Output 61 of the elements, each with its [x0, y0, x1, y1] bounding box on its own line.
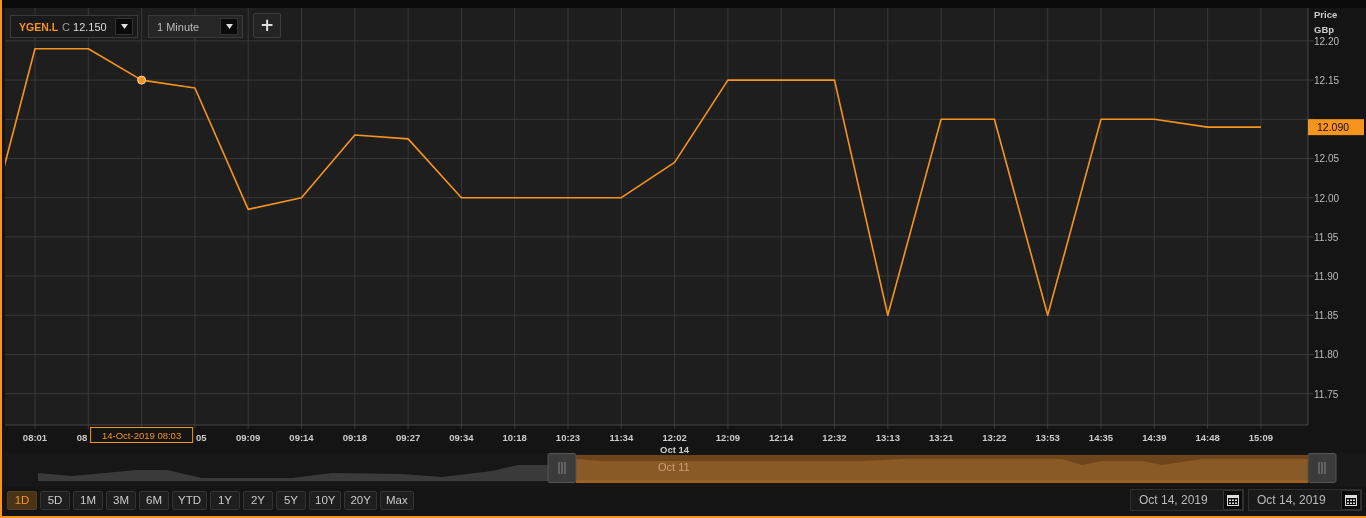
x-axis-label: 12:32 — [822, 432, 847, 443]
x-axis-label: 08:01 — [22, 432, 48, 443]
y-axis-label: 12.20 — [1314, 35, 1340, 47]
range-button[interactable]: 10Y — [309, 490, 342, 510]
add-button[interactable]: + — [253, 12, 281, 38]
x-axis-label: 09:27 — [395, 432, 421, 443]
x-axis-label: 09:18 — [342, 432, 367, 443]
range-button[interactable]: 3M — [106, 490, 136, 510]
x-axis-label: 14:39 — [1142, 432, 1167, 443]
x-axis-label: 10:18 — [502, 432, 527, 443]
x-axis-label: 15:09 — [1248, 432, 1274, 443]
x-axis-label: 08 — [76, 432, 88, 443]
x-axis-label: 14:48 — [1195, 432, 1220, 443]
x-axis-label: 13:21 — [928, 432, 954, 443]
y-axis-label: 11.85 — [1314, 310, 1339, 322]
range-button[interactable]: 5D — [40, 490, 70, 510]
range-button[interactable]: 6M — [139, 490, 169, 510]
interval-dropdown[interactable]: 1 Minute — [148, 15, 243, 38]
y-axis-label: 11.75 — [1314, 388, 1339, 400]
y-axis-label: 11.90 — [1314, 271, 1339, 283]
price-type-label: C — [62, 20, 71, 33]
y-axis-label: 11.80 — [1314, 349, 1339, 361]
x-axis-label: 14:35 — [1088, 432, 1114, 443]
x-axis-label: 12:02 — [662, 432, 687, 443]
interval-value: 1 Minute — [157, 20, 200, 33]
y-axis-label: 12.15 — [1314, 75, 1340, 87]
range-button[interactable]: YTD — [172, 490, 207, 510]
x-axis-label: 12:14 — [769, 432, 794, 443]
x-axis-label: 09:34 — [449, 432, 474, 443]
date-label: Oct 14 — [660, 444, 690, 453]
range-button[interactable]: 1M — [73, 490, 103, 510]
x-axis-label: 09:14 — [289, 432, 314, 443]
y-axis-label: 12.00 — [1314, 192, 1340, 204]
y-axis-label: 12.05 — [1314, 153, 1340, 165]
x-axis-label: 11:34 — [609, 432, 634, 443]
x-axis-label: 13:22 — [982, 432, 1007, 443]
x-axis-label: 09:09 — [236, 432, 261, 443]
symbol-dropdown[interactable]: YGEN.L C 12.150 — [10, 15, 138, 38]
price-value: 12.150 — [73, 20, 108, 33]
x-axis-label: 13:53 — [1035, 432, 1060, 443]
caret-icon — [225, 24, 233, 29]
x-axis-label: 05 — [195, 432, 207, 443]
range-handle[interactable] — [547, 453, 577, 483]
y-axis-label: 11.95 — [1314, 231, 1339, 243]
x-axis-label: 13:13 — [875, 432, 900, 443]
x-axis-label: 12:09 — [715, 432, 741, 443]
range-button[interactable]: 1D — [7, 490, 37, 510]
last-price-tag: 12.090 — [1308, 119, 1364, 136]
range-button[interactable]: 5Y — [276, 490, 306, 510]
range-button[interactable]: Max — [379, 490, 414, 510]
axis-title: Price — [1314, 9, 1338, 20]
range-button[interactable]: 1Y — [210, 490, 240, 510]
symbol-label: YGEN.L — [19, 20, 59, 33]
range-button[interactable]: 2Y — [243, 490, 273, 510]
crosshair-tooltip: 14-Oct-2019 08:03 — [90, 427, 194, 443]
range-button[interactable]: 20Y — [344, 490, 377, 510]
caret-icon — [120, 24, 128, 29]
axis-unit: GBp — [1314, 24, 1335, 35]
hover-point-marker — [137, 75, 147, 85]
x-axis-label: 10:23 — [555, 432, 581, 443]
range-handle[interactable] — [1307, 453, 1337, 483]
